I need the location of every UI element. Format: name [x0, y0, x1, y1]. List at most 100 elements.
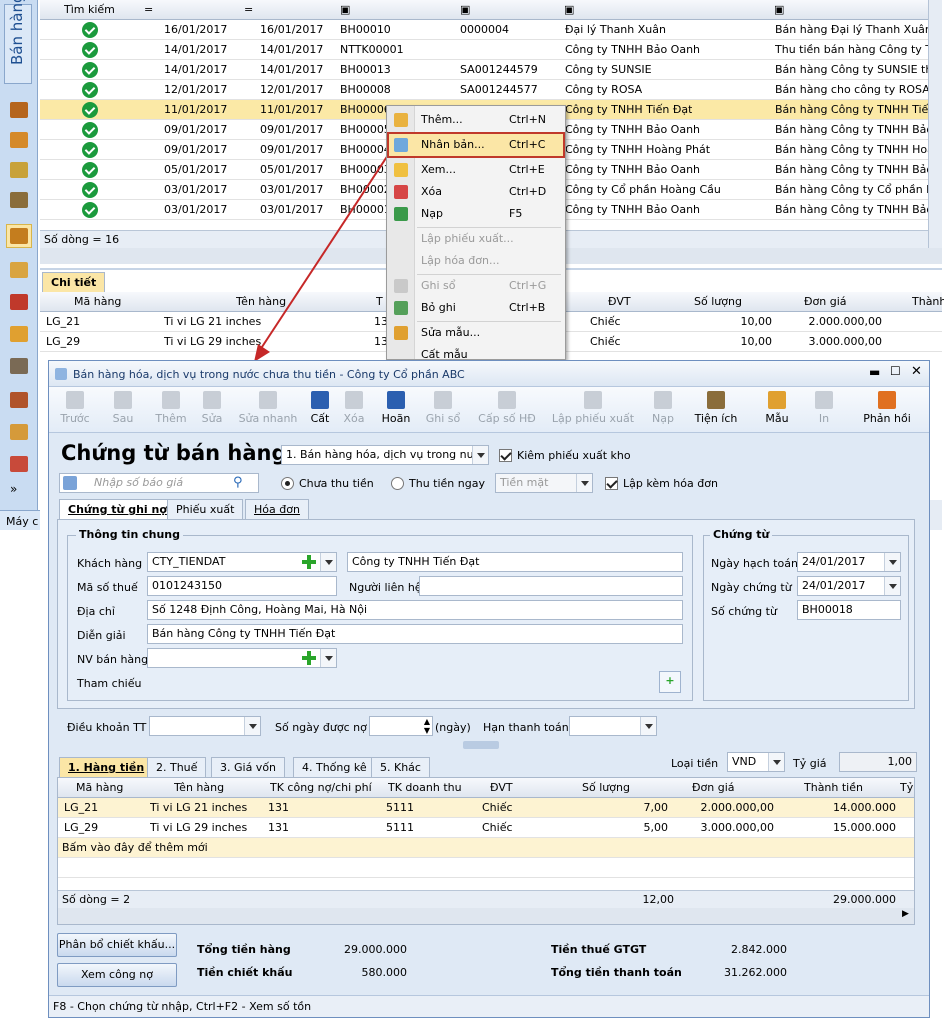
toolbar-btn-1[interactable]: Sau — [105, 389, 141, 431]
tax-code-field[interactable]: 0101243150 — [147, 576, 337, 596]
post-date-field[interactable]: 24/01/2017 — [797, 552, 901, 572]
rate-field[interactable]: 1,00 — [839, 752, 917, 772]
grid-vscrollbar[interactable] — [928, 0, 942, 248]
sidebar-more-icon[interactable]: » — [10, 482, 17, 496]
credit-days-field[interactable]: ▲ ▼ — [369, 716, 433, 736]
menu-label: Ghi sổ — [421, 279, 456, 292]
sidebar-btn-4[interactable] — [6, 188, 32, 212]
toolbar-btn-0[interactable]: Trước — [57, 389, 93, 431]
minimize-icon[interactable]: ▬ — [869, 365, 880, 379]
sidebar-btn-6[interactable] — [6, 258, 32, 282]
sidebar-btn-11[interactable] — [6, 420, 32, 444]
detail-hscrollbar[interactable]: ▶ — [58, 908, 914, 924]
doc-date-field[interactable]: 24/01/2017 — [797, 576, 901, 596]
filter-box-icon[interactable]: ▣ — [774, 3, 784, 16]
filter-box-icon[interactable]: ▣ — [460, 3, 470, 16]
table-row[interactable]: 14/01/2017 14/01/2017 BH00013 SA001244579 Cô… — [40, 60, 928, 80]
tab-tax[interactable]: 2. Thuế — [147, 757, 207, 777]
tab-export-slip[interactable]: Phiếu xuất — [167, 499, 244, 519]
quote-type-icon[interactable] — [63, 476, 77, 490]
sidebar-btn-sales[interactable] — [6, 224, 32, 248]
toolbar-btn-4[interactable]: Sửa nhanh — [235, 389, 301, 431]
spin-icon[interactable]: ▲ ▼ — [424, 717, 430, 735]
payment-method-select[interactable]: Tiền mặt — [495, 473, 593, 493]
toolbar-btn-5[interactable]: Cất — [307, 389, 333, 431]
table-row[interactable]: 16/01/2017 16/01/2017 BH00010 0000004 Đại lý… — [40, 20, 928, 40]
menu-item-add[interactable]: Thêm... Ctrl+N — [389, 109, 563, 131]
menu-item-edit-template[interactable]: Sửa mẫu... — [389, 322, 563, 344]
scroll-right-icon[interactable]: ▶ — [902, 909, 909, 919]
view-debt-button[interactable]: Xem công nợ — [57, 963, 177, 987]
tab-debit-voucher[interactable]: Chứng từ ghi nợ — [59, 499, 176, 519]
radio-unpaid[interactable] — [281, 477, 294, 490]
close-icon[interactable]: ✕ — [911, 364, 922, 379]
filter-eq-icon[interactable]: = — [244, 3, 253, 16]
toolbar-btn-13[interactable]: Mẫu — [759, 389, 795, 431]
voucher-type-select[interactable]: 1. Bán hàng hóa, dịch vụ trong nước — [281, 445, 489, 465]
contact-field[interactable] — [419, 576, 683, 596]
quote-search-input[interactable]: Nhập số báo giá — [59, 473, 259, 493]
add-new-row[interactable]: Bấm vào đây để thêm mới — [58, 838, 914, 858]
tab-other[interactable]: 5. Khác — [371, 757, 430, 777]
radio-paid[interactable] — [391, 477, 404, 490]
menu-item-view[interactable]: Xem... Ctrl+E — [389, 159, 563, 181]
add-reference-icon[interactable]: + — [659, 671, 681, 693]
menu-item-invoice[interactable]: Lập hóa đơn... — [389, 250, 563, 272]
table-row[interactable]: 12/01/2017 12/01/2017 BH00008 SA001244577 Cô… — [40, 80, 928, 100]
due-date-field[interactable] — [569, 716, 657, 736]
add-salesperson-icon[interactable] — [301, 650, 317, 666]
payment-terms-select[interactable] — [149, 716, 261, 736]
toolbar-btn-15[interactable]: Phản hồi — [857, 389, 917, 431]
toolbar-btn-2[interactable]: Thêm — [153, 389, 189, 431]
sidebar-btn-12[interactable] — [6, 452, 32, 476]
address-field[interactable]: Số 1248 Định Công, Hoàng Mai, Hà Nội — [147, 600, 683, 620]
invoice-checkbox[interactable] — [605, 477, 618, 490]
toolbar-btn-12[interactable]: Tiện ích — [689, 389, 743, 431]
sidebar-btn-10[interactable] — [6, 388, 32, 412]
toolbar-btn-14[interactable]: In — [809, 389, 839, 431]
tab-invoice[interactable]: Hóa đơn — [245, 499, 309, 519]
tab-goods-money[interactable]: 1. Hàng tiền — [59, 757, 154, 777]
tab-cost[interactable]: 3. Giá vốn — [211, 757, 286, 777]
search-icon[interactable]: ⚲ — [233, 475, 243, 490]
menu-item-save-template[interactable]: Cất mẫu — [389, 344, 563, 360]
toolbar-btn-10[interactable]: Lập phiếu xuất — [549, 389, 637, 431]
allocate-discount-button[interactable]: Phân bổ chiết khấu... — [57, 933, 177, 957]
menu-item-reload[interactable]: Nạp F5 — [389, 203, 563, 225]
toolbar-btn-8[interactable]: Ghi sổ — [421, 389, 465, 431]
description-field[interactable]: Bán hàng Công ty TNHH Tiến Đạt — [147, 624, 683, 644]
sidebar-btn-9[interactable] — [6, 354, 32, 378]
currency-select[interactable]: VND — [727, 752, 785, 772]
sidebar-btn-2[interactable] — [6, 128, 32, 152]
maximize-icon[interactable]: ☐ — [890, 364, 901, 378]
export-checkbox[interactable] — [499, 449, 512, 462]
toolbar-btn-9[interactable]: Cấp số HĐ — [477, 389, 537, 431]
toolbar-label: Phản hồi — [863, 412, 911, 425]
table-row[interactable]: 14/01/2017 14/01/2017 NTTK00001 Công ty TNH… — [40, 40, 928, 60]
menu-item-unpost[interactable]: Bỏ ghi Ctrl+B — [389, 297, 563, 319]
toolbar-btn-3[interactable]: Sửa — [197, 389, 227, 431]
customer-name-field[interactable]: Công ty TNHH Tiến Đạt — [347, 552, 683, 572]
toolbar-btn-11[interactable]: Nạp — [645, 389, 681, 431]
doc-no-field[interactable]: BH00018 — [797, 600, 901, 620]
collapse-handle[interactable] — [463, 741, 499, 749]
table-row[interactable]: LG_21 Ti vi LG 21 inches 131 5111 Chiếc 7,00 2… — [58, 798, 914, 818]
menu-item-duplicate[interactable]: Nhân bản... Ctrl+C — [387, 132, 565, 158]
sidebar-btn-1[interactable] — [6, 98, 32, 122]
sidebar-btn-7[interactable] — [6, 290, 32, 314]
menu-item-delete[interactable]: Xóa Ctrl+D — [389, 181, 563, 203]
right-scroll-stub[interactable] — [928, 500, 942, 530]
tab-stats[interactable]: 4. Thống kê — [293, 757, 376, 777]
add-customer-icon[interactable] — [301, 554, 317, 570]
sidebar-btn-3[interactable] — [6, 158, 32, 182]
table-row[interactable]: LG_29 Ti vi LG 29 inches 131 5111 Chiếc 5,00 3… — [58, 818, 914, 838]
filter-eq-icon[interactable]: = — [144, 3, 153, 16]
menu-item-post[interactable]: Ghi sổ Ctrl+G — [389, 275, 563, 297]
toolbar-btn-7[interactable]: Hoãn — [377, 389, 415, 431]
sidebar-btn-8[interactable] — [6, 322, 32, 346]
toolbar-btn-6[interactable]: Xóa — [339, 389, 369, 431]
filter-box-icon[interactable]: ▣ — [564, 3, 574, 16]
menu-item-export[interactable]: Lập phiếu xuất... — [389, 228, 563, 250]
tab-detail[interactable]: Chi tiết — [42, 272, 106, 292]
filter-box-icon[interactable]: ▣ — [340, 3, 350, 16]
